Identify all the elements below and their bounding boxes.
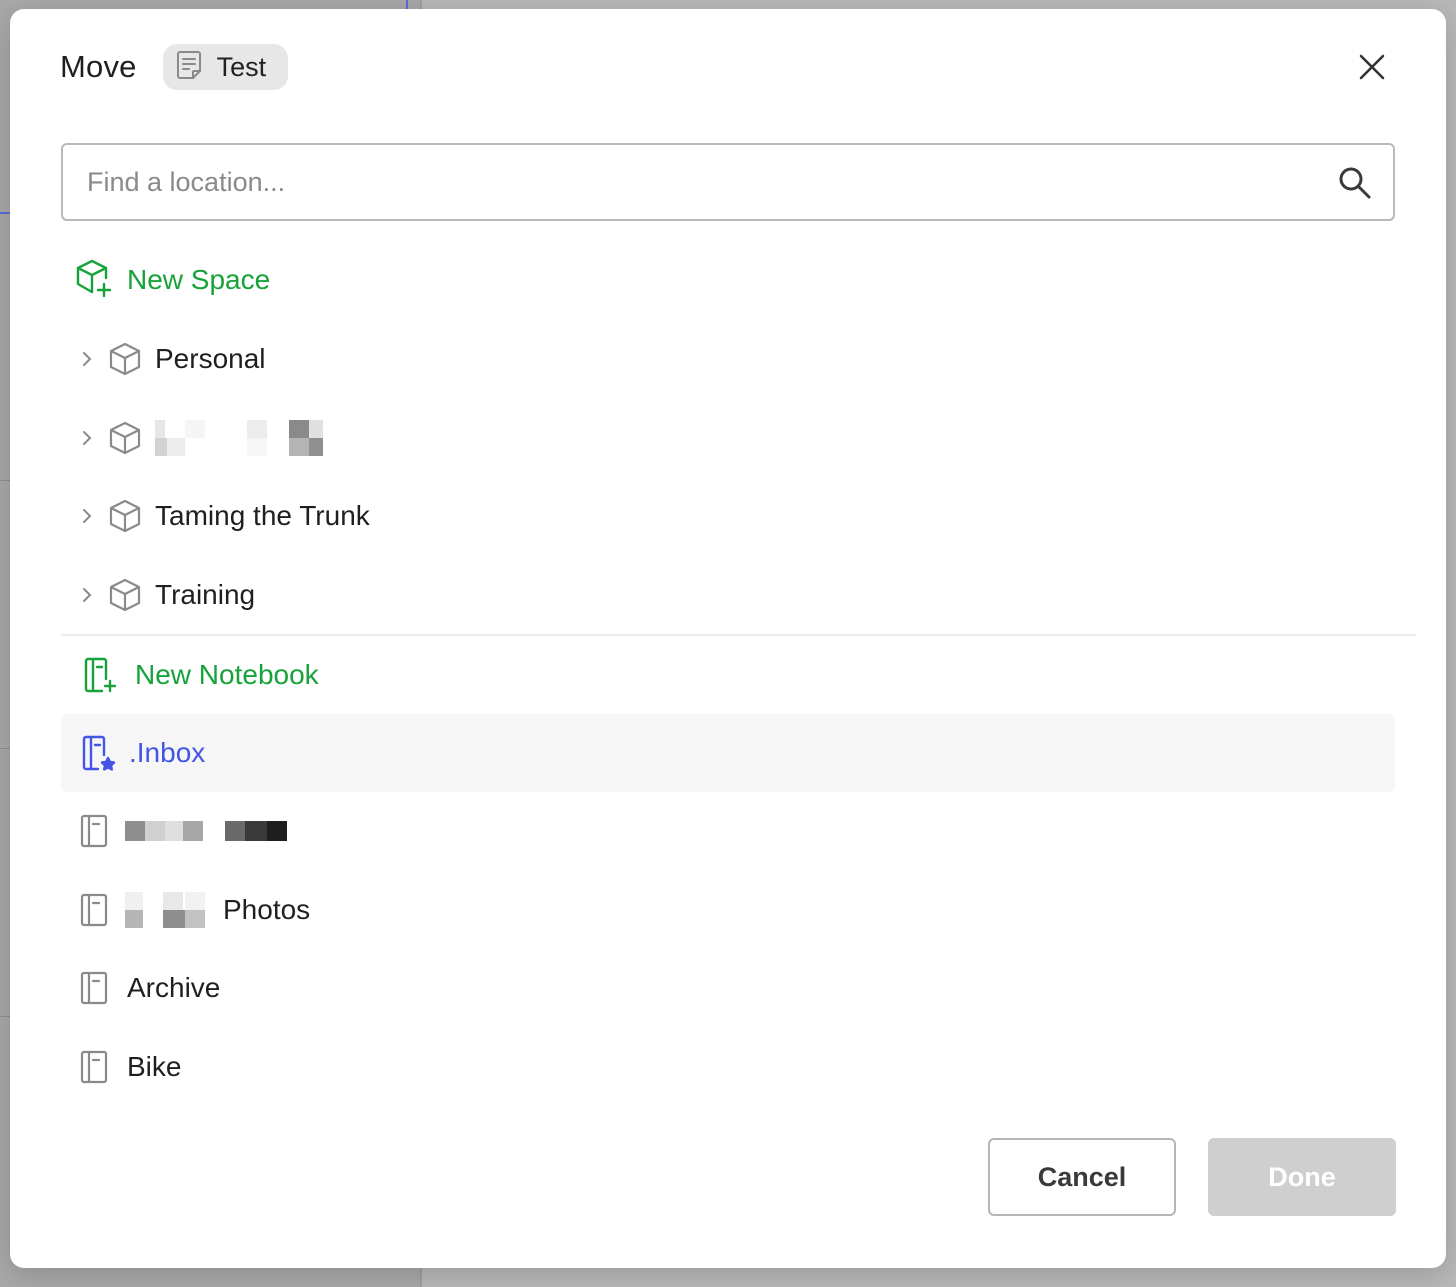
notebook-icon bbox=[77, 971, 113, 1005]
chevron-right-icon[interactable] bbox=[77, 429, 97, 447]
redacted-notebook-name bbox=[125, 813, 300, 849]
notebook-item[interactable] bbox=[61, 793, 1395, 869]
space-item[interactable]: Taming the Trunk bbox=[61, 478, 1395, 554]
chevron-right-icon[interactable] bbox=[77, 586, 97, 604]
new-space-button[interactable]: New Space bbox=[61, 242, 1395, 318]
section-divider bbox=[61, 634, 1416, 636]
space-label: Taming the Trunk bbox=[155, 500, 370, 531]
space-cube-icon bbox=[107, 498, 143, 534]
inbox-notebook-icon bbox=[81, 735, 117, 771]
new-space-icon bbox=[75, 258, 113, 303]
new-notebook-icon bbox=[83, 657, 119, 693]
new-space-label: New Space bbox=[127, 264, 271, 295]
space-item[interactable]: Personal bbox=[61, 321, 1395, 397]
space-item[interactable]: Training bbox=[61, 557, 1395, 633]
space-label: Personal bbox=[155, 343, 266, 374]
notebook-label: Bike bbox=[127, 1051, 182, 1082]
notebook-label: .Inbox bbox=[129, 737, 206, 768]
notebook-icon bbox=[77, 1050, 113, 1084]
search-input[interactable] bbox=[87, 145, 1317, 219]
redacted-space-name bbox=[155, 420, 325, 456]
space-cube-icon bbox=[107, 341, 143, 377]
notebook-label: Archive bbox=[127, 972, 221, 1003]
notebook-icon bbox=[77, 893, 113, 927]
dialog-header: Move Test bbox=[60, 43, 289, 91]
move-dialog: Move Test Find a location... New Space P… bbox=[10, 9, 1446, 1268]
close-button[interactable] bbox=[1350, 47, 1394, 91]
moving-item-chip: Test bbox=[162, 44, 289, 90]
notebook-item-selected[interactable]: .Inbox bbox=[61, 714, 1395, 792]
redacted-notebook-prefix bbox=[125, 892, 207, 928]
chevron-right-icon[interactable] bbox=[77, 350, 97, 368]
notebook-icon bbox=[77, 814, 113, 848]
chevron-right-icon[interactable] bbox=[77, 507, 97, 525]
moving-item-label: Test bbox=[216, 51, 267, 82]
notebook-item[interactable]: Bike bbox=[61, 1029, 1395, 1105]
space-label: Training bbox=[155, 579, 256, 610]
done-button[interactable]: Done bbox=[1208, 1138, 1396, 1216]
location-search bbox=[61, 143, 1395, 221]
note-icon bbox=[175, 50, 203, 85]
new-notebook-label: New Notebook bbox=[135, 659, 319, 690]
space-item[interactable] bbox=[61, 400, 1395, 476]
space-cube-icon bbox=[107, 577, 143, 613]
notebook-item[interactable]: Photos bbox=[61, 872, 1395, 948]
search-icon[interactable] bbox=[1337, 165, 1373, 206]
space-cube-icon bbox=[107, 420, 143, 456]
notebook-item[interactable]: Archive bbox=[61, 950, 1395, 1026]
dialog-title: Move bbox=[60, 49, 137, 84]
new-notebook-button[interactable]: New Notebook bbox=[61, 637, 1395, 713]
cancel-button[interactable]: Cancel bbox=[988, 1138, 1176, 1216]
notebook-label: Photos bbox=[223, 894, 311, 925]
close-icon bbox=[1358, 53, 1386, 86]
